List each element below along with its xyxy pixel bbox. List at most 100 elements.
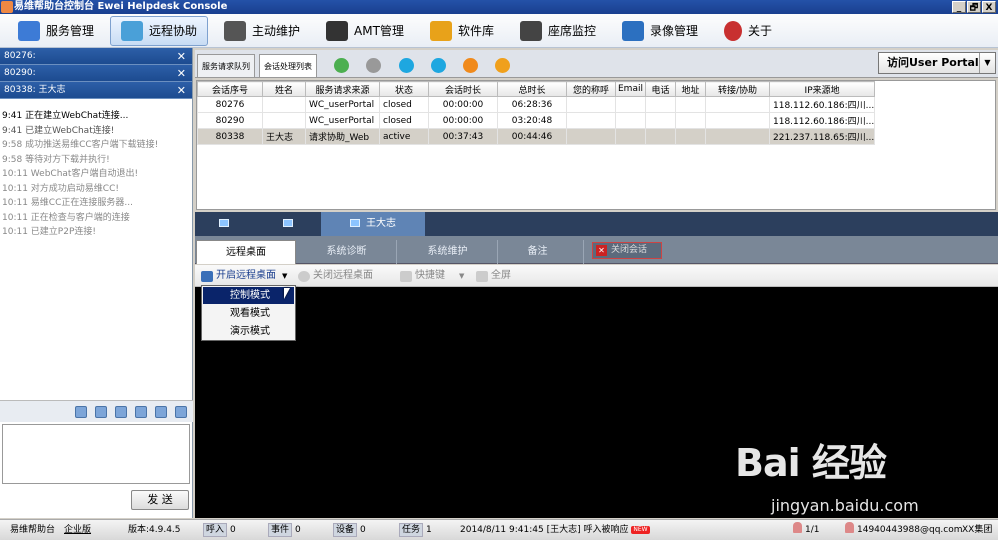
tab-session-list[interactable]: 会话处理列表	[259, 54, 317, 77]
column-header[interactable]: 您的称呼	[566, 81, 616, 97]
transfer-icon[interactable]	[463, 58, 478, 73]
table-cell: closed	[379, 112, 429, 129]
shortcut-key-button[interactable]: 快捷键 ▼	[400, 269, 464, 283]
play-icon[interactable]	[366, 58, 381, 73]
session-header-80290[interactable]: 80290: ✕	[0, 65, 192, 82]
column-header[interactable]: 状态	[379, 81, 429, 97]
table-cell: 80276	[197, 96, 263, 113]
chat-icon	[283, 219, 293, 227]
menu-item-demo-mode[interactable]: 演示模式	[203, 323, 294, 340]
keyboard-icon	[400, 270, 412, 282]
stop-remote-desktop-button[interactable]: 关闭远程桌面	[298, 269, 373, 283]
close-icon[interactable]: ✕	[177, 65, 186, 82]
menu-remote-assistance[interactable]: 远程协助	[110, 15, 209, 46]
user-icon	[845, 522, 854, 533]
column-header[interactable]: 总时长	[497, 81, 567, 97]
status-tasks[interactable]: 任务 1	[399, 520, 432, 540]
close-icon[interactable]: ✕	[177, 82, 186, 99]
menu-active-maintenance[interactable]: 主动维护	[214, 16, 310, 46]
monitor-icon	[201, 270, 213, 282]
column-header[interactable]: 会话序号	[197, 81, 263, 97]
tab-system-maintenance[interactable]: 系统维护	[398, 240, 498, 264]
user-portal-button[interactable]: 访问User Portal ▼	[878, 52, 996, 74]
menu-about[interactable]: 关于	[714, 16, 782, 46]
column-header[interactable]: 姓名	[262, 81, 306, 97]
chat-tab-80290[interactable]	[259, 212, 323, 236]
table-row-selected[interactable]: 80338 王大志 请求协助_Web active 00:37:43 00:44…	[197, 128, 876, 145]
chat-tab-80338[interactable]: 王大志	[321, 212, 425, 236]
chat-tabs: 王大志	[195, 212, 998, 236]
status-message: 2014/8/11 9:41:45 [王大志] 呼入被响应 NEW	[460, 525, 650, 535]
baidu-watermark: Bai 经验 jingyan.baidu.com	[735, 432, 965, 522]
restore-button[interactable]: 🗗	[967, 1, 981, 13]
menu-item-view-mode[interactable]: 观看模式	[203, 305, 294, 322]
column-header[interactable]: 电话	[645, 81, 676, 97]
menu-item-control-mode[interactable]: 控制模式	[203, 287, 294, 304]
tab-remote-desktop[interactable]: 远程桌面	[196, 240, 296, 264]
column-header[interactable]: 服务请求来源	[305, 81, 380, 97]
log-line: 9:41 正在建立WebChat连接...	[2, 111, 129, 121]
menu-amt-management[interactable]: AMT管理	[316, 16, 414, 46]
column-header[interactable]: 地址	[675, 81, 706, 97]
link-icon[interactable]	[135, 405, 147, 418]
about-icon	[724, 20, 742, 41]
menu-service-management[interactable]: 服务管理	[8, 16, 104, 46]
assist-icon[interactable]	[495, 58, 510, 73]
message-input[interactable]	[2, 424, 190, 484]
table-cell	[645, 112, 676, 129]
session-pane: 80276: ✕ 80290: ✕ 80338: 王大志 ✕ 9:41 正在建立Web…	[0, 48, 193, 518]
table-cell: 00:44:46	[497, 128, 567, 145]
session-header-80276[interactable]: 80276: ✕	[0, 48, 192, 65]
minimize-button[interactable]: _	[952, 1, 966, 13]
table-cell: active	[379, 128, 429, 145]
menu-seat-monitoring[interactable]: 座席监控	[510, 16, 606, 46]
chat-tab-80276[interactable]	[195, 212, 259, 236]
save-icon[interactable]	[175, 405, 187, 418]
abc-icon[interactable]	[155, 405, 167, 418]
status-devices[interactable]: 设备 0	[333, 520, 366, 540]
list-toolbar: 服务请求队列 会话处理列表 访问User Portal ▼	[195, 50, 998, 78]
status-incoming[interactable]: 呼入 0	[203, 520, 236, 540]
tab-notes[interactable]: 备注	[492, 240, 584, 264]
stop-icon[interactable]	[399, 58, 414, 73]
status-events[interactable]: 事件 0	[268, 520, 301, 540]
log-line: 10:11 正在检查与客户端的连接	[2, 212, 130, 223]
column-header[interactable]: 转接/协助	[705, 81, 770, 97]
status-edition[interactable]: 企业版	[64, 520, 91, 540]
seat-monitor-icon	[519, 20, 542, 41]
close-session-button[interactable]: ✕ 关闭会话	[592, 242, 662, 259]
column-header[interactable]: Email	[615, 81, 646, 97]
table-row[interactable]: 80276 WC_userPortal closed 00:00:00 06:2…	[197, 96, 876, 113]
table-cell: 00:00:00	[428, 112, 498, 129]
session-header-80338[interactable]: 80338: 王大志 ✕	[0, 82, 192, 99]
menu-software-library[interactable]: 软件库	[420, 16, 504, 46]
tab-system-diagnosis[interactable]: 系统诊断	[297, 240, 397, 264]
start-remote-desktop-button[interactable]: 开启远程桌面 ▼	[201, 269, 287, 283]
column-header[interactable]: 会话时长	[428, 81, 498, 97]
screenshot-icon[interactable]	[115, 405, 127, 418]
send-button[interactable]: 发 送	[131, 490, 189, 510]
chat-icon[interactable]	[334, 58, 349, 73]
table-cell: 221.237.118.65:四川...	[768, 128, 876, 145]
chevron-down-icon[interactable]: ▼	[459, 269, 464, 283]
table-cell: 80338	[197, 128, 263, 145]
table-cell	[615, 96, 646, 113]
service-management-icon	[18, 20, 40, 41]
pause-icon[interactable]	[431, 58, 446, 73]
menu-recording-management[interactable]: 录像管理	[612, 16, 708, 46]
folder-icon[interactable]	[95, 405, 107, 418]
status-version: 版本:4.9.4.5	[128, 525, 181, 535]
chevron-down-icon[interactable]: ▼	[282, 269, 287, 283]
fullscreen-button[interactable]: 全屏	[476, 269, 511, 283]
close-icon[interactable]: ✕	[177, 48, 186, 65]
chart-icon[interactable]	[75, 405, 87, 418]
table-row[interactable]: 80290 WC_userPortal closed 00:00:00 03:2…	[197, 112, 876, 129]
column-header[interactable]: IP来源地	[768, 81, 876, 97]
maintenance-icon	[224, 20, 247, 41]
table-cell: 03:20:48	[497, 112, 567, 129]
table-cell	[705, 112, 770, 129]
close-window-button[interactable]: X	[982, 1, 996, 13]
chevron-down-icon[interactable]: ▼	[979, 53, 995, 73]
table-cell	[566, 96, 616, 113]
tab-service-queue[interactable]: 服务请求队列	[197, 54, 255, 77]
